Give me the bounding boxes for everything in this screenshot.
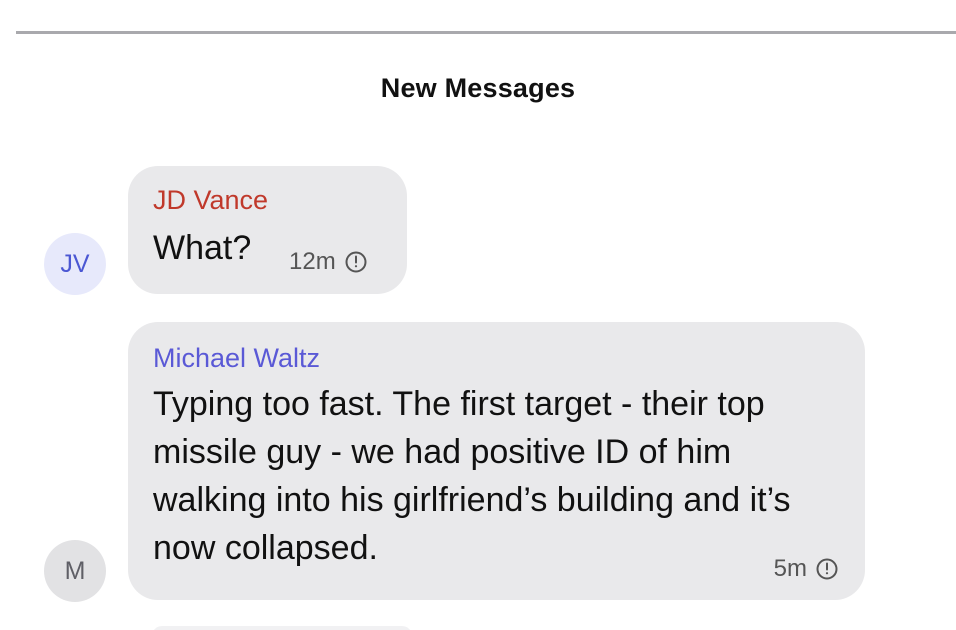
chat-view: New Messages JV JD Vance What? 12m M Mic… xyxy=(0,0,956,630)
sender-name[interactable]: Michael Waltz xyxy=(153,343,320,374)
avatar-michael-waltz[interactable]: M xyxy=(44,540,106,602)
message-text: What? xyxy=(153,229,252,267)
message-meta: 12m xyxy=(289,248,368,276)
message-bubble-michael-waltz[interactable]: Michael Waltz Typing too fast. The first… xyxy=(128,322,865,600)
new-messages-heading: New Messages xyxy=(380,73,576,103)
message-text: Typing too fast. The first target - thei… xyxy=(153,385,791,567)
sender-name[interactable]: JD Vance xyxy=(153,185,268,216)
message-time: 12m xyxy=(289,248,336,275)
clock-icon xyxy=(816,558,838,580)
message-meta: 5m xyxy=(774,555,839,583)
message-bubble-jd-vance[interactable]: JD Vance What? 12m xyxy=(128,166,407,294)
clock-icon xyxy=(345,251,367,273)
avatar-jd-vance[interactable]: JV xyxy=(44,233,106,295)
message-time: 5m xyxy=(773,555,807,582)
next-message-bubble[interactable] xyxy=(152,626,412,630)
top-divider xyxy=(16,31,956,34)
